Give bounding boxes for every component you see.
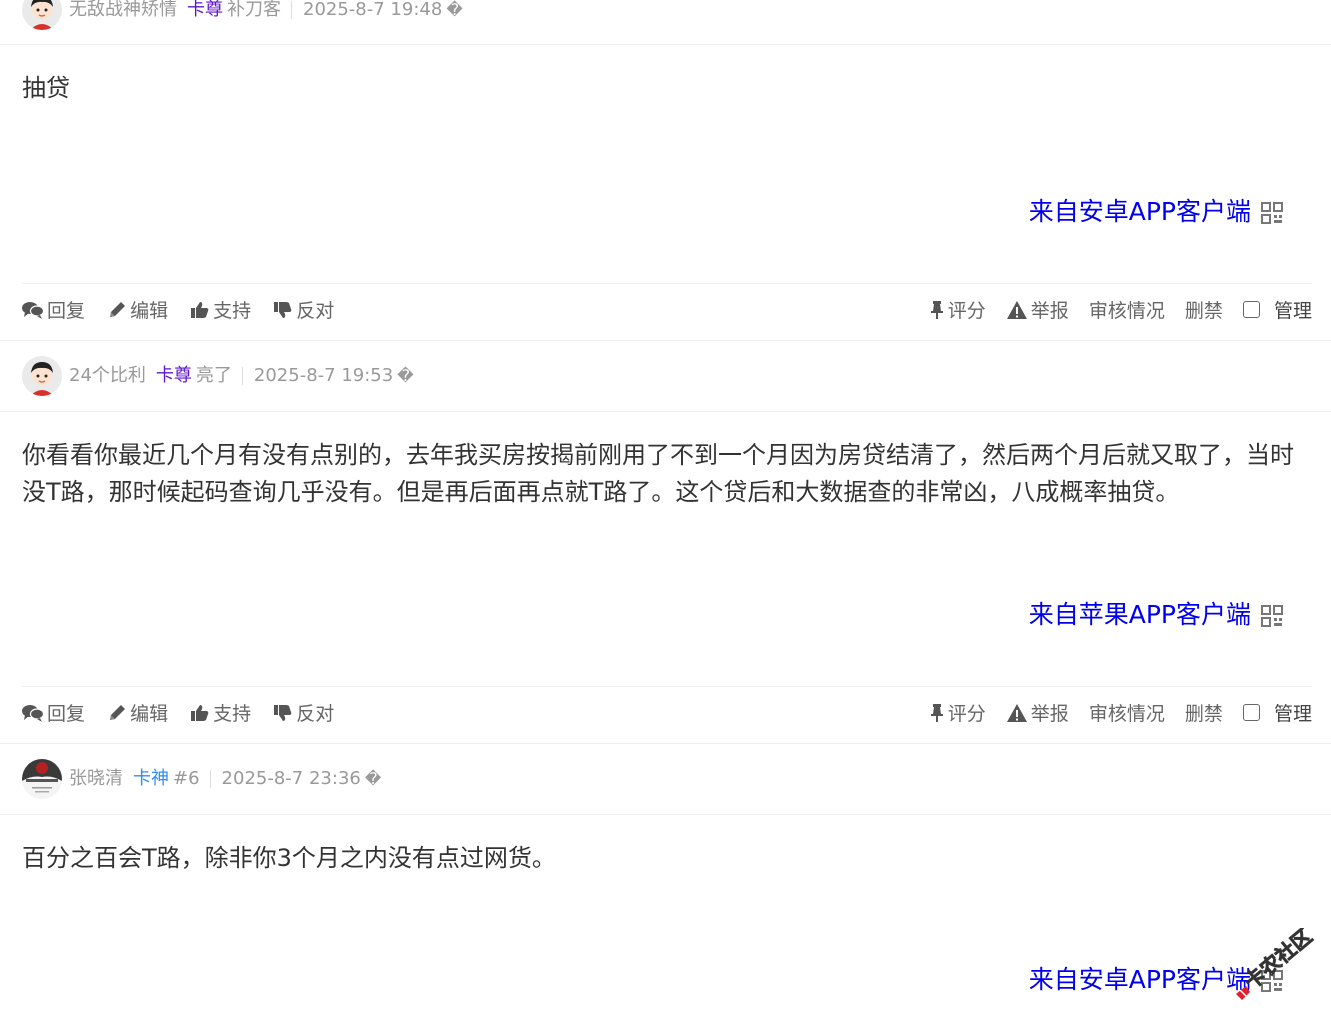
report-button[interactable]: 举报 (1006, 699, 1069, 729)
post-content: 百分之百会T路，除非你3个月之内没有点过网货。 (22, 844, 556, 872)
username[interactable]: 24个比利 (69, 365, 146, 386)
manage-checkbox[interactable] (1242, 704, 1260, 721)
post-actions: 回复 编辑 支持 反对 评分 举报 审核情况 删禁 管理 (22, 699, 1312, 729)
thumbs-down-icon (274, 302, 292, 318)
post-content: 你看看你最近几个月有没有点别的，去年我买房按揭前刚用了不到一个月因为房贷结清了，… (22, 441, 1294, 506)
report-label: 举报 (1030, 703, 1069, 725)
post-header-1: 无敌战神矫情 卡尊 补刀客 2025-8-7 19:48 � (0, 0, 1331, 34)
qrcode-icon[interactable] (1261, 202, 1283, 224)
pencil-icon (110, 302, 126, 317)
watermark-logo-icon: 卡农社区 (1236, 924, 1317, 1000)
divider (291, 1, 292, 19)
pencil-icon (110, 705, 126, 720)
user-rank: 卡神 (133, 768, 169, 789)
rate-label: 评分 (947, 703, 986, 725)
post-meta: 张晓清 卡神 #6 2025-8-7 23:36 � (69, 759, 381, 799)
source-link[interactable]: 来自安卓APP客户端 (1029, 195, 1283, 229)
user-title: 补刀客 (227, 0, 281, 20)
thumbs-up-icon (191, 705, 209, 721)
review-status-link[interactable]: 审核情况 (1089, 296, 1165, 326)
support-button[interactable]: 支持 (190, 699, 251, 729)
post-divider (0, 743, 1331, 744)
avatar[interactable] (22, 0, 62, 30)
header-divider (0, 814, 1331, 815)
user-rank: 卡尊 (155, 365, 192, 386)
edit-button[interactable]: 编辑 (107, 296, 168, 326)
rate-button[interactable]: 评分 (929, 699, 986, 729)
username[interactable]: 无敌战神矫情 (69, 0, 177, 20)
report-button[interactable]: 举报 (1006, 296, 1069, 326)
qrcode-icon[interactable] (1261, 605, 1283, 627)
ban-link[interactable]: 删禁 (1185, 699, 1223, 729)
avatar-cartoon-icon (22, 0, 62, 30)
watermark-text: 卡农社区 (1240, 928, 1317, 994)
oppose-label: 反对 (296, 300, 335, 322)
rate-label: 评分 (947, 300, 986, 322)
divider (209, 770, 211, 788)
action-divider (22, 686, 1312, 687)
source-label[interactable]: 来自安卓APP客户端 (1029, 197, 1251, 226)
post-header-2: 24个比利 卡尊 亮了 2025-8-7 19:53 � (0, 356, 1331, 400)
rate-button[interactable]: 评分 (929, 296, 986, 326)
edit-label: 编辑 (130, 300, 169, 322)
pushpin-icon (930, 301, 943, 319)
unknown-glyph: � (397, 366, 414, 385)
post-meta: 24个比利 卡尊 亮了 2025-8-7 19:53 � (69, 356, 414, 396)
avatar[interactable] (22, 356, 62, 396)
edit-button[interactable]: 编辑 (107, 699, 168, 729)
user-rank: 卡尊 (187, 0, 223, 20)
oppose-label: 反对 (296, 703, 335, 725)
user-title: 亮了 (195, 365, 232, 386)
post-content: 抽贷 (22, 74, 70, 102)
manage-label[interactable]: 管理 (1274, 699, 1312, 729)
post-divider (0, 340, 1331, 341)
ban-link[interactable]: 删禁 (1185, 296, 1223, 326)
unknown-glyph: � (446, 0, 463, 19)
manage-checkbox[interactable] (1242, 301, 1260, 318)
avatar[interactable] (22, 759, 62, 799)
review-status-link[interactable]: 审核情况 (1089, 699, 1165, 729)
unknown-glyph: � (364, 769, 382, 788)
post-time: 2025-8-7 19:48 (303, 0, 443, 20)
reply-label: 回复 (47, 703, 86, 725)
post-header-3: 张晓清 卡神 #6 2025-8-7 23:36 � (0, 759, 1331, 803)
floor-number: #6 (173, 768, 200, 789)
source-link[interactable]: 来自苹果APP客户端 (1029, 598, 1283, 632)
post-time: 2025-8-7 23:36 (221, 768, 361, 789)
pushpin-icon (930, 704, 943, 722)
edit-label: 编辑 (130, 703, 169, 725)
reply-button[interactable]: 回复 (22, 296, 85, 326)
thumbs-down-icon (274, 705, 292, 721)
post-meta: 无敌战神矫情 卡尊 补刀客 2025-8-7 19:48 � (69, 0, 463, 30)
support-button[interactable]: 支持 (190, 296, 251, 326)
thumbs-up-icon (191, 302, 209, 318)
oppose-button[interactable]: 反对 (273, 699, 334, 729)
avatar-cartoon-icon (22, 356, 62, 396)
report-label: 举报 (1030, 300, 1069, 322)
comments-icon (22, 302, 45, 319)
warning-icon (1006, 301, 1027, 319)
source-label[interactable]: 来自苹果APP客户端 (1029, 600, 1251, 629)
oppose-button[interactable]: 反对 (273, 296, 334, 326)
support-label: 支持 (213, 703, 252, 725)
reply-button[interactable]: 回复 (22, 699, 85, 729)
warning-icon (1006, 704, 1027, 722)
manage-label[interactable]: 管理 (1274, 296, 1312, 326)
support-label: 支持 (213, 300, 252, 322)
reply-label: 回复 (47, 300, 86, 322)
header-divider (0, 411, 1331, 412)
avatar-photo-icon (22, 759, 62, 799)
post-actions: 回复 编辑 支持 反对 评分 举报 审核情况 删禁 管理 (22, 296, 1312, 326)
post-time: 2025-8-7 19:53 (253, 365, 394, 386)
comments-icon (22, 705, 45, 722)
action-divider (22, 283, 1312, 284)
divider (241, 367, 243, 385)
watermark: 卡农社区 (1228, 924, 1328, 1008)
source-label[interactable]: 来自安卓APP客户端 (1029, 965, 1251, 994)
header-divider (0, 44, 1331, 45)
username[interactable]: 张晓清 (69, 768, 123, 789)
